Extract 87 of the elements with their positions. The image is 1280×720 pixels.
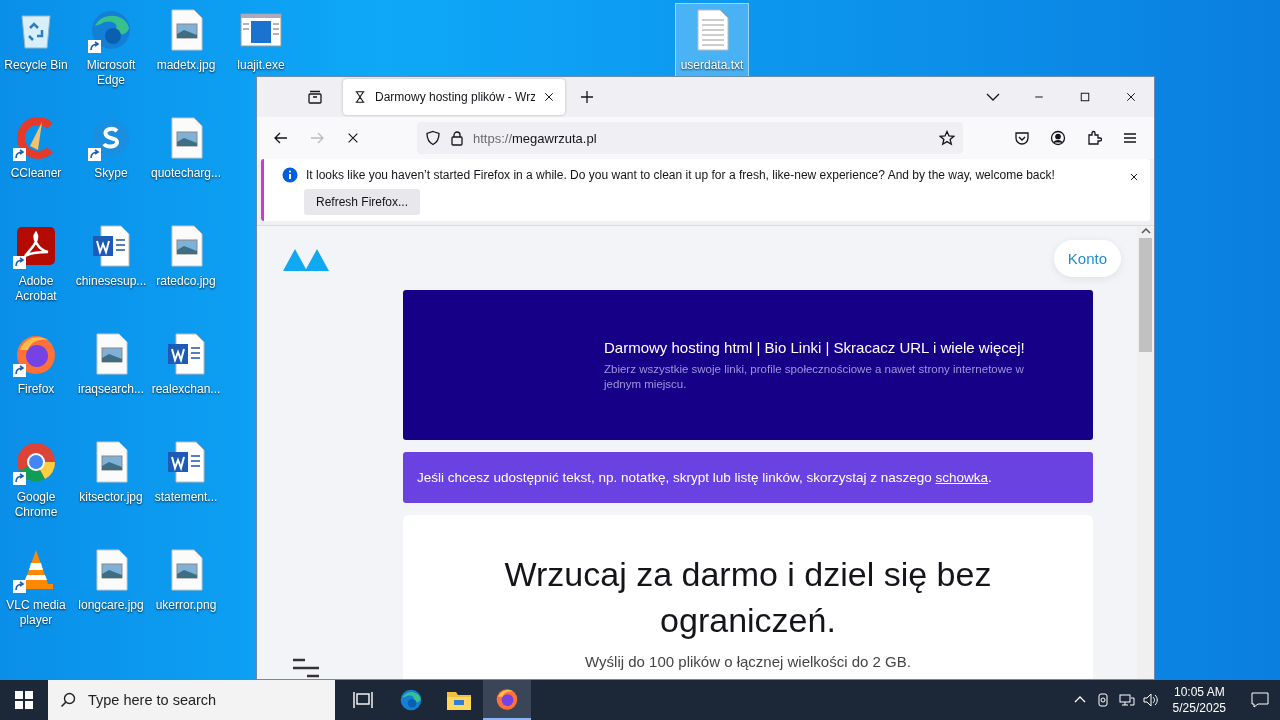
icon-label: Google Chrome (13, 490, 59, 520)
icon-label: quotecharg... (150, 166, 222, 181)
icon-label: VLC media player (5, 598, 67, 628)
icon-label: Firefox (17, 382, 55, 397)
icon-label: iraqsearch... (78, 382, 144, 397)
desktop-icon[interactable]: Firefox (0, 328, 72, 401)
desktop-icon[interactable]: Skype (75, 112, 147, 185)
back-arrow-icon[interactable] (273, 130, 289, 146)
card-subtitle: Wyślij do 100 plików o łącznej wielkości do 2 GB. (585, 653, 911, 670)
desktop-icon[interactable]: Recycle Bin (0, 4, 72, 77)
desktop-icon[interactable]: luajit.exe (225, 4, 297, 77)
icon-label: ratedco.jpg (156, 274, 216, 289)
refresh-button[interactable]: Refresh Firefox... (304, 189, 421, 215)
desktop-icon[interactable]: kitsector.jpg (75, 436, 147, 509)
network-icon[interactable] (1118, 692, 1135, 708)
star-icon[interactable] (939, 130, 955, 146)
hero-subtitle: Zbierz wszystkie swoje linki, profile społecznościowe a nawet strony internetowe w jednym miejscu. (604, 361, 1025, 392)
search-field[interactable]: Type here to search (48, 680, 335, 720)
notification-text: It looks like you haven’t started Firefox in a while. Do you want to clean it up for a fresh, like-new experience? And by the way, welcome back! (306, 168, 1055, 182)
hourglass-icon (353, 90, 367, 104)
icon-label: kitsector.jpg (79, 490, 143, 505)
url-host: megawrzuta.pl (512, 130, 597, 146)
puzzle-icon[interactable] (1086, 130, 1102, 146)
desktop-icon[interactable]: Microsoft Edge (75, 4, 147, 92)
desktop-icon[interactable]: Adobe Acrobat (0, 220, 72, 308)
scrollbar-track[interactable] (1137, 226, 1154, 679)
volume-icon[interactable] (1142, 692, 1159, 708)
windows-start-icon[interactable] (15, 691, 33, 709)
desktop-icon[interactable]: madetx.jpg (150, 4, 222, 77)
url-scheme: https:// (473, 130, 513, 146)
browser-icon (494, 686, 520, 712)
close-icon[interactable] (1128, 171, 1140, 183)
address-bar[interactable]: https://megawrzuta.pl (417, 122, 963, 154)
account-button[interactable]: Konto (1053, 239, 1121, 277)
close-icon[interactable] (1125, 91, 1137, 103)
icon-label: chinesesup... (75, 274, 147, 289)
icon-label: CCleaner (10, 166, 62, 181)
lock-icon (449, 130, 465, 146)
plus-icon[interactable] (579, 89, 595, 105)
desktop-icon[interactable]: CCleaner (0, 112, 72, 185)
icon-label: longcare.jpg (78, 598, 144, 613)
taskbar-app[interactable] (483, 680, 531, 720)
desktop-icon[interactable]: statement... (150, 436, 222, 509)
desktop-icon[interactable]: quotecharg... (150, 112, 222, 185)
desktop-icon[interactable]: realexchan... (150, 328, 222, 401)
task-view-icon (353, 691, 373, 709)
stop-icon[interactable] (346, 131, 360, 145)
shield-icon[interactable] (425, 130, 441, 146)
icon-label: userdata.txt (680, 58, 744, 73)
desktop-icon[interactable]: iraqsearch... (75, 328, 147, 401)
icon-label: statement... (154, 490, 218, 505)
search-placeholder: Type here to search (88, 692, 217, 708)
desktop-icon[interactable]: Google Chrome (0, 436, 72, 524)
icon-label: realexchan... (151, 382, 221, 397)
clock[interactable]: 10:05 AM 5/25/2025 (1166, 684, 1232, 716)
desktop-icon[interactable]: ukerror.png (150, 544, 222, 617)
desktop-icon[interactable]: longcare.jpg (75, 544, 147, 617)
close-icon[interactable] (543, 91, 555, 103)
icon-label: Microsoft Edge (85, 58, 137, 88)
desktop-icon[interactable]: chinesesup... (75, 220, 147, 293)
hero-title: Darmowy hosting html | Bio Linki | Skracacz URL i wiele więcej! (604, 338, 1026, 356)
notifications-icon[interactable] (1251, 691, 1269, 709)
card-heading: Wrzucaj za darmo i dziel się bez ograniczeń. (503, 554, 993, 641)
date-text: 5/25/2025 (1172, 700, 1226, 716)
icon-label: Adobe Acrobat (14, 274, 58, 304)
scroll-up-icon[interactable] (1140, 226, 1151, 236)
search-icon (60, 692, 76, 708)
desktop-icon[interactable]: ratedco.jpg (150, 220, 222, 293)
time-text: 10:05 AM (1173, 684, 1225, 700)
info-icon (282, 167, 298, 183)
browser-tab[interactable]: Darmowy hosting plików - Wrz (343, 79, 565, 115)
icon-label: ukerror.png (155, 598, 217, 613)
icon-label: madetx.jpg (156, 58, 216, 73)
desktop-icon[interactable]: userdata.txt (676, 4, 748, 77)
icon-label: Recycle Bin (4, 58, 68, 73)
icon-label: luajit.exe (237, 58, 285, 73)
desktop-icon[interactable]: VLC media player (0, 544, 72, 632)
maximize-icon[interactable] (1079, 91, 1091, 103)
scrollbar-thumb[interactable] (1139, 238, 1152, 352)
browser-icon (398, 687, 424, 713)
pocket-icon[interactable] (1014, 130, 1030, 146)
icon-label: Skype (94, 166, 128, 181)
account-icon[interactable] (1050, 130, 1066, 146)
menu-icon[interactable] (1122, 130, 1138, 146)
tab-list-icon[interactable] (307, 89, 323, 105)
menu-lines-icon[interactable] (291, 657, 321, 679)
banner-text: Jeśli chcesz udostępnić tekst, np. notatkę, skrypt lub listę linków, skorzystaj z naszego schowka. (417, 470, 992, 485)
